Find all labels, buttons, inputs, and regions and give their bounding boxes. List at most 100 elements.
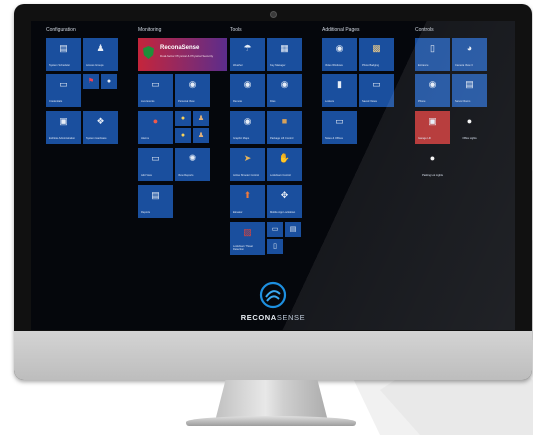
person-icon: ♟ xyxy=(197,115,205,122)
monitor-base xyxy=(186,416,356,426)
tile-label: Saved Views xyxy=(362,100,377,103)
camera-icon: ◉ xyxy=(335,43,344,53)
tile-small-bulb[interactable]: ● xyxy=(175,111,191,126)
tile-garage-lift[interactable]: ▣ Garage Lift xyxy=(415,111,450,144)
tile-system-hardware[interactable]: ❖ System Hardware xyxy=(83,111,118,144)
tile-label: Package Lift Control xyxy=(270,137,294,140)
app-screen: Configuration Monitoring Tools Additiona… xyxy=(31,21,515,330)
tile-notes-offices[interactable]: ▭ Notes & Offices xyxy=(322,111,357,144)
tile-files[interactable]: ◉ Files xyxy=(267,74,302,107)
tile-label: Remote xyxy=(233,100,243,103)
tile-view-reports[interactable]: ✺ View Reports xyxy=(175,148,210,181)
column-title-configuration: Configuration xyxy=(46,27,76,33)
tile-label: Entrance xyxy=(418,64,429,67)
umbrella-icon: ☂ xyxy=(243,43,252,53)
tile-reconasense-hero[interactable]: ReconaSense Dual-factor Physical & Physi… xyxy=(138,38,227,71)
globe-icon: ◉ xyxy=(243,116,252,126)
tile-label: Video Windows xyxy=(325,64,343,67)
tile-graphic-maps[interactable]: ◉ Graphic Maps xyxy=(230,111,265,144)
tile-label: Camera View 3 xyxy=(455,64,473,67)
tile-label: Server Room xyxy=(455,100,471,103)
hero-subtitle: Dual-factor Physical & Physical Security xyxy=(160,54,214,58)
tile-small-person[interactable]: ♟ xyxy=(193,111,209,126)
tile-weather[interactable]: ☂ Weather xyxy=(230,38,265,71)
window-icon: ▭ xyxy=(372,79,381,89)
tile-live-events[interactable]: ▭ Live Events xyxy=(138,74,173,107)
tile-small-phone[interactable]: ▯ xyxy=(267,239,283,254)
lightbulb-icon: ● xyxy=(180,132,186,139)
document-icon: ▤ xyxy=(151,190,160,200)
tile-small-flag[interactable]: ⚑ xyxy=(83,74,99,89)
tile-photo-badging[interactable]: ▩ Photo Badging xyxy=(359,38,394,71)
tile-label: Elevator xyxy=(233,211,243,214)
tile-alarms[interactable]: ● Alarms xyxy=(138,111,173,144)
tile-label: Lockers xyxy=(325,100,335,103)
tile-label: Garage Lift xyxy=(418,137,431,140)
arrow-up-icon: ⬆ xyxy=(243,190,252,200)
tile-system-scheduler[interactable]: ▤ System Scheduler xyxy=(46,38,81,71)
package-icon: ■ xyxy=(281,116,288,126)
tile-label: Access Groups xyxy=(86,64,104,67)
column-title-additional-pages: Additional Pages xyxy=(322,27,360,33)
tile-phone[interactable]: ◉ Phone xyxy=(415,74,450,107)
tile-video-windows[interactable]: ◉ Video Windows xyxy=(322,38,357,71)
brand-wordmark: RECONASENSE xyxy=(226,313,320,322)
tile-reports[interactable]: ▤ Reports xyxy=(138,185,173,218)
webcam-dot xyxy=(270,11,277,18)
tile-label: Phone xyxy=(418,100,426,103)
hero-title: ReconaSense xyxy=(160,45,200,51)
reader-icon: ▣ xyxy=(428,116,437,126)
terminal-icon: ▣ xyxy=(59,116,68,126)
tile-camera-view[interactable]: ◕ Camera View 3 xyxy=(452,38,487,71)
tile-personal-view[interactable]: ◉ Personal View xyxy=(175,74,210,107)
tile-parking-lot-lights[interactable]: ● Parking Lot Lights xyxy=(415,148,450,181)
tile-label: Alarms xyxy=(141,137,150,140)
tile-small-person-2[interactable]: ♟ xyxy=(193,128,209,143)
server-icon: ▤ xyxy=(465,79,474,89)
window-icon: ▭ xyxy=(335,116,344,126)
tile-remote[interactable]: ◉ Remote xyxy=(230,74,265,107)
tile-small-document[interactable]: ▤ xyxy=(285,222,301,237)
tile-mobile-app-lockdown[interactable]: ✥ Mobile App Lockdown xyxy=(267,185,302,218)
tile-server-room[interactable]: ▤ Server Room xyxy=(452,74,487,107)
tile-small-help[interactable]: ● xyxy=(101,74,117,89)
tile-office-lights[interactable]: ● Office Lights xyxy=(452,111,487,144)
network-icon: ❖ xyxy=(96,116,105,126)
tile-label: System Scheduler xyxy=(49,64,71,67)
tile-active-shooter-control[interactable]: ➤ Active Shooter Control xyxy=(230,148,265,181)
tile-label: Weather xyxy=(233,64,243,67)
tile-label: Lockdown Control xyxy=(270,174,291,177)
tile-lockdown-control[interactable]: ✋ Lockdown Control xyxy=(267,148,302,181)
tile-elevator[interactable]: ⬆ Elevator xyxy=(230,185,265,218)
tile-package-lift-control[interactable]: ■ Package Lift Control xyxy=(267,111,302,144)
tile-small-bulb-2[interactable]: ● xyxy=(175,128,191,143)
tile-label: Mobile App Lockdown xyxy=(270,211,296,214)
tile-credentials[interactable]: ▭ Credentials xyxy=(46,74,81,107)
tile-saved-views[interactable]: ▭ Saved Views xyxy=(359,74,394,107)
phone-icon: ▯ xyxy=(273,243,277,250)
dpad-icon: ✥ xyxy=(280,190,289,200)
locker-icon: ▮ xyxy=(337,79,342,89)
column-title-tools: Tools xyxy=(230,27,242,33)
tile-area-view[interactable]: ▭ Add View xyxy=(138,148,173,181)
brand-wordmark-bold: RECONA xyxy=(240,313,277,322)
column-title-controls: Controls xyxy=(415,27,434,33)
document-icon: ▤ xyxy=(289,226,297,233)
tile-label: Active Shooter Control xyxy=(233,174,259,177)
tile-entrance[interactable]: ▯ Entrance xyxy=(415,38,450,71)
tile-label: System Hardware xyxy=(86,137,107,140)
tile-lockdown-threat-detection[interactable]: ▨ Lockdown Threat Detection xyxy=(230,222,265,255)
tile-label: Files xyxy=(270,100,276,103)
shield-icon xyxy=(143,46,154,59)
tile-lockers[interactable]: ▮ Lockers xyxy=(322,74,357,107)
tile-label: Parking Lot Lights xyxy=(422,174,443,177)
brand-wordmark-light: SENSE xyxy=(276,313,306,322)
tile-label: ExiNote Administration xyxy=(49,137,76,140)
tile-exination-administration[interactable]: ▣ ExiNote Administration xyxy=(46,111,81,144)
tile-key-manager[interactable]: ▦ Key Manager xyxy=(267,38,302,71)
tile-access-groups[interactable]: ♟ Access Groups xyxy=(83,38,118,71)
dome-camera-icon: ◕ xyxy=(466,43,473,53)
alarm-icon: ● xyxy=(152,116,159,126)
id-card-icon: ▭ xyxy=(59,79,68,89)
tile-small-monitor[interactable]: ▭ xyxy=(267,222,283,237)
